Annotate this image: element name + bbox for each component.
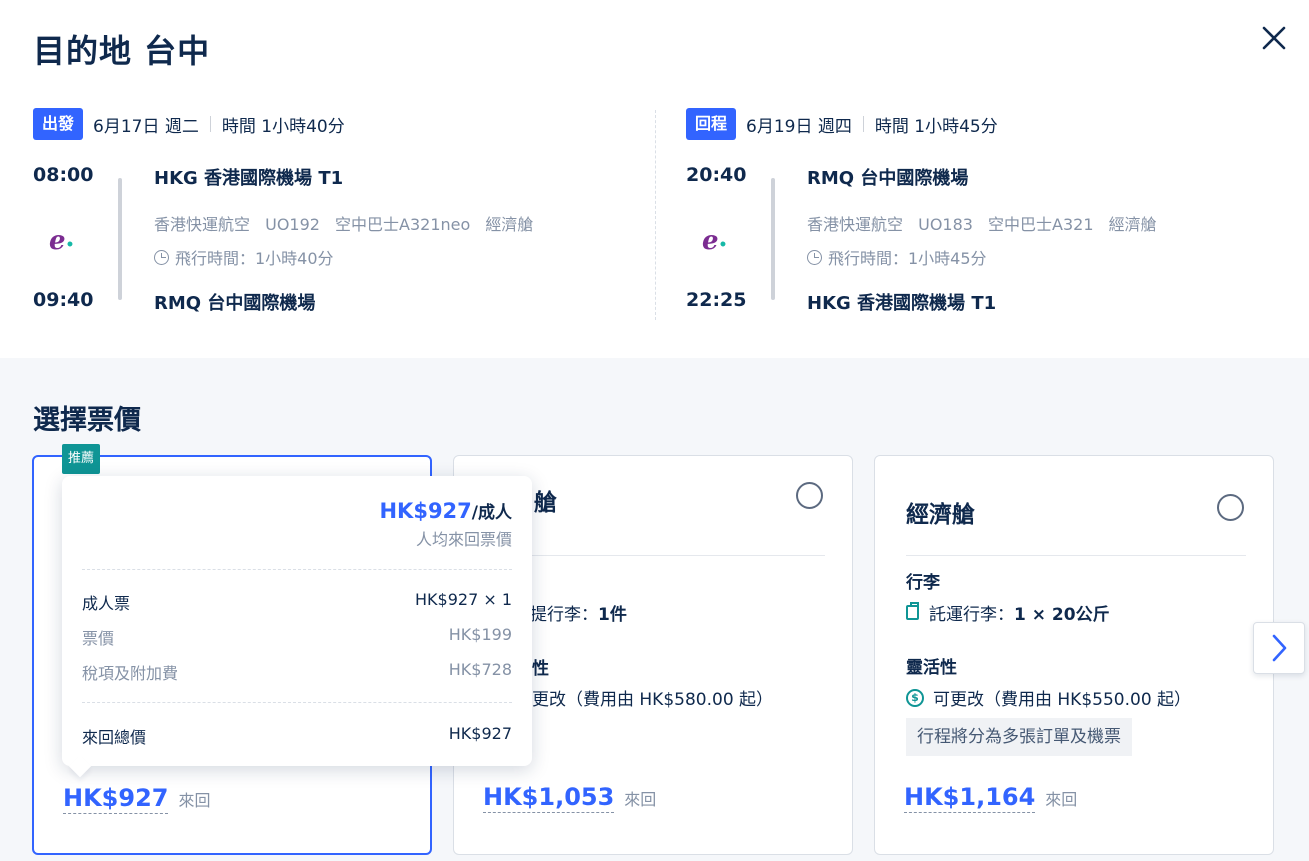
change-feature: 更改（費用由 HK$580.00 起） bbox=[532, 690, 774, 710]
return-arrive-airport: HKG 香港國際機場 T1 bbox=[807, 293, 997, 314]
clock-icon bbox=[154, 249, 169, 265]
baggage-feature: 提行李： 1件 bbox=[530, 600, 627, 625]
baggage-value: 1件 bbox=[598, 605, 627, 625]
fare-card-title: 艙 bbox=[534, 490, 557, 516]
outbound-header: 出發 6月17日 週二 時間 1小時40分 bbox=[33, 108, 653, 140]
recommended-badge: 推薦 bbox=[62, 444, 101, 474]
aircraft-type: 空中巴士A321 bbox=[988, 215, 1094, 234]
flight-time-text: 飛行時間：1小時40分 bbox=[175, 249, 334, 268]
price-breakdown-tooltip: HK$927/成人 人均來回票價 成人票 HK$927 × 1 票價 HK$19… bbox=[62, 476, 532, 778]
price-unit: 來回 bbox=[624, 790, 657, 809]
price-amount[interactable]: HK$1,164 bbox=[904, 782, 1036, 813]
outbound-date: 6月17日 週二 bbox=[93, 116, 199, 137]
change-feature: $ 可更改（費用由 HK$550.00 起） bbox=[906, 685, 1191, 710]
timeline-bar bbox=[118, 178, 122, 300]
outbound-flight-time: 飛行時間：1小時40分 bbox=[154, 245, 334, 269]
return-duration: 時間 1小時45分 bbox=[874, 116, 998, 137]
row-label: 來回總價 bbox=[82, 728, 147, 747]
aircraft-type: 空中巴士A321neo bbox=[335, 215, 471, 234]
row-value: HK$927 × 1 bbox=[415, 590, 512, 609]
separator bbox=[209, 116, 211, 132]
fare-radio[interactable] bbox=[796, 482, 823, 509]
separator bbox=[862, 116, 864, 132]
fare-section-title: 選擇票價 bbox=[33, 405, 141, 436]
fare-radio[interactable] bbox=[1217, 494, 1244, 521]
change-text: 可更改（費用由 HK$550.00 起） bbox=[933, 690, 1192, 710]
tooltip-price: HK$927/成人 bbox=[379, 498, 512, 523]
return-depart-airport: RMQ 台中國際機場 bbox=[807, 168, 969, 189]
tooltip-divider bbox=[82, 702, 512, 703]
outbound-arrive-time: 09:40 bbox=[33, 289, 94, 311]
baggage-label: 託運行李： bbox=[929, 605, 1014, 625]
return-flight-time: 飛行時間：1小時45分 bbox=[807, 245, 987, 269]
clock-icon bbox=[807, 249, 822, 265]
cabin-class: 經濟艙 bbox=[1108, 215, 1157, 234]
outbound-depart-time: 08:00 bbox=[33, 164, 94, 186]
tooltip-row-fare: 票價 HK$199 bbox=[82, 625, 512, 649]
outbound-badge: 出發 bbox=[33, 108, 84, 140]
leg-divider bbox=[655, 110, 656, 320]
fare-card-economy[interactable]: 經濟艙 行李 託運行李： 1 × 20公斤 靈活性 $ 可更改（費用由 HK$5… bbox=[874, 455, 1274, 855]
airline-name: 香港快運航空 bbox=[807, 215, 904, 234]
flight-number: UO183 bbox=[918, 215, 973, 234]
row-label: 票價 bbox=[82, 629, 115, 648]
tooltip-price-per: /成人 bbox=[471, 503, 512, 523]
cabin-class: 經濟艙 bbox=[485, 215, 534, 234]
close-icon bbox=[1262, 26, 1286, 50]
next-fares-button[interactable] bbox=[1253, 622, 1305, 674]
flexibility-head: 性 bbox=[532, 659, 549, 679]
outbound-arrive-airport: RMQ 台中國際機場 bbox=[154, 293, 316, 314]
return-header: 回程 6月19日 週四 時間 1小時45分 bbox=[686, 108, 1306, 140]
split-ticket-note: 行程將分為多張訂單及機票 bbox=[906, 718, 1132, 756]
dollar-icon: $ bbox=[906, 688, 924, 707]
fare-price[interactable]: HK$1,164 來回 bbox=[904, 782, 1077, 813]
close-button[interactable] bbox=[1258, 22, 1290, 54]
tooltip-price-amount: HK$927 bbox=[379, 499, 472, 523]
price-unit: 來回 bbox=[1045, 790, 1078, 809]
row-value: HK$199 bbox=[448, 625, 512, 644]
tooltip-row-tax: 稅項及附加費 HK$728 bbox=[82, 660, 512, 684]
row-label: 成人票 bbox=[82, 594, 131, 613]
page-title: 目的地 台中 bbox=[33, 32, 211, 70]
tooltip-divider bbox=[82, 569, 512, 570]
outbound-flight-info: 香港快運航空 UO192 空中巴士A321neo 經濟艙 bbox=[154, 211, 543, 235]
return-date: 6月19日 週四 bbox=[746, 116, 852, 137]
price-unit: 來回 bbox=[178, 791, 211, 810]
fare-price[interactable]: HK$927 來回 bbox=[63, 783, 211, 814]
tooltip-subtitle: 人均來回票價 bbox=[415, 530, 512, 549]
fare-price[interactable]: HK$1,053 來回 bbox=[483, 782, 656, 813]
price-amount[interactable]: HK$1,053 bbox=[483, 782, 615, 813]
outbound-depart-airport: HKG 香港國際機場 T1 bbox=[154, 168, 344, 189]
flexibility-head: 靈活性 bbox=[906, 658, 957, 678]
airline-logo-icon: e• bbox=[702, 226, 728, 256]
row-value: HK$927 bbox=[448, 724, 512, 743]
airline-logo-icon: e• bbox=[49, 226, 75, 256]
flight-number: UO192 bbox=[265, 215, 320, 234]
card-divider bbox=[485, 555, 825, 556]
airline-name: 香港快運航空 bbox=[154, 215, 251, 234]
baggage-feature: 託運行李： 1 × 20公斤 bbox=[906, 600, 1110, 625]
timeline-bar bbox=[771, 178, 775, 300]
return-badge: 回程 bbox=[686, 108, 737, 140]
flight-time-text: 飛行時間：1小時45分 bbox=[828, 249, 987, 268]
tooltip-row-total: 來回總價 HK$927 bbox=[82, 724, 512, 748]
outbound-leg: 出發 6月17日 週二 時間 1小時40分 08:00 09:40 e• HKG… bbox=[33, 108, 653, 323]
flight-summary: 目的地 台中 出發 6月17日 週二 時間 1小時40分 08:00 09:40… bbox=[0, 0, 1309, 358]
return-depart-time: 20:40 bbox=[686, 164, 747, 186]
return-leg: 回程 6月19日 週四 時間 1小時45分 20:40 22:25 e• RMQ… bbox=[686, 108, 1306, 323]
chevron-right-icon bbox=[1272, 634, 1287, 662]
card-divider bbox=[906, 555, 1246, 556]
row-value: HK$728 bbox=[448, 660, 512, 679]
outbound-duration: 時間 1小時40分 bbox=[221, 116, 345, 137]
row-label: 稅項及附加費 bbox=[82, 664, 179, 683]
return-flight-info: 香港快運航空 UO183 空中巴士A321 經濟艙 bbox=[807, 211, 1167, 235]
luggage-icon bbox=[906, 602, 919, 620]
baggage-value: 1 × 20公斤 bbox=[1014, 605, 1110, 625]
baggage-label: 提行李： bbox=[530, 605, 598, 625]
fare-card-title: 經濟艙 bbox=[906, 502, 975, 528]
price-amount[interactable]: HK$927 bbox=[63, 783, 169, 814]
baggage-head: 行李 bbox=[906, 573, 940, 593]
return-arrive-time: 22:25 bbox=[686, 289, 747, 311]
tooltip-row-adult: 成人票 HK$927 × 1 bbox=[82, 590, 512, 614]
